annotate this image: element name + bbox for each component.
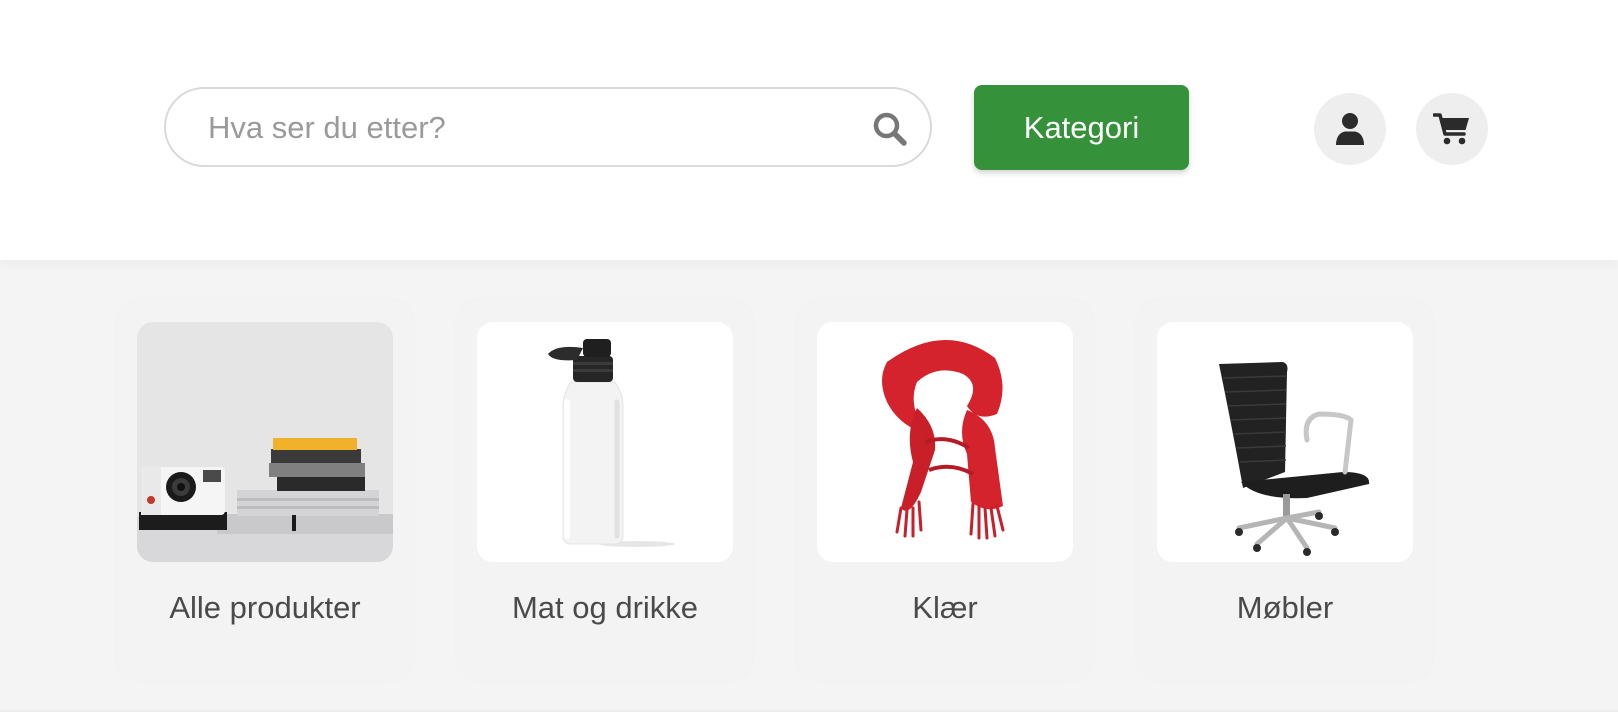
cart-button[interactable] [1416, 93, 1488, 165]
account-button[interactable] [1314, 93, 1386, 165]
camera-and-books-image [137, 322, 393, 562]
search-bar[interactable] [164, 87, 932, 167]
red-scarf-image [817, 322, 1073, 562]
site-header: Kategori [0, 0, 1618, 260]
category-image-clothing [817, 322, 1073, 562]
category-label: Klær [912, 590, 978, 625]
category-image-food-and-drink [477, 322, 733, 562]
category-card-furniture[interactable]: Møbler [1137, 300, 1433, 680]
category-card-food-and-drink[interactable]: Mat og drikke [457, 300, 753, 680]
category-image-all-products [137, 322, 393, 562]
search-input[interactable] [206, 89, 850, 167]
water-bottle-image [477, 322, 733, 562]
user-icon [1336, 113, 1364, 145]
category-card-clothing[interactable]: Klær [797, 300, 1093, 680]
category-card-all-products[interactable]: Alle produkter [117, 300, 413, 680]
office-chair-image [1157, 322, 1413, 562]
category-grid: Alle produkter Mat og drikke Klær Møbler [0, 300, 1618, 680]
category-image-furniture [1157, 322, 1413, 562]
category-label: Mat og drikke [511, 590, 699, 625]
category-label: Alle produkter [169, 590, 361, 625]
category-button[interactable]: Kategori [974, 85, 1189, 170]
search-icon[interactable] [872, 111, 908, 147]
cart-icon [1433, 113, 1469, 145]
category-label: Møbler [1236, 590, 1334, 625]
